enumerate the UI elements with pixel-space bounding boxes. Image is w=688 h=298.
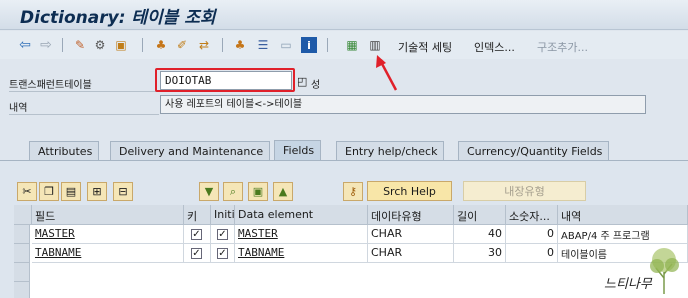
table-content-icon[interactable]: ▥ [367, 37, 383, 53]
forward-arrow-icon[interactable]: ⇨ [38, 37, 54, 53]
row-selector[interactable] [14, 244, 30, 263]
field-name[interactable]: TABNAME [32, 244, 184, 263]
column-header[interactable]: 데이타유형 [368, 205, 454, 225]
length[interactable]: 30 [454, 244, 506, 263]
cut-icon[interactable]: ✂ [17, 182, 37, 201]
delete-row-icon[interactable]: ⊟ [113, 182, 133, 201]
column-header[interactable]: 내역 [558, 205, 688, 225]
window-icon[interactable]: ▭ [278, 37, 294, 53]
paste-icon[interactable]: ▤ [61, 182, 81, 201]
initial-checkbox[interactable]: ✓ [217, 248, 228, 259]
decimals[interactable]: 0 [506, 225, 558, 244]
sort-down-icon[interactable]: ▼ [199, 182, 219, 201]
column-header[interactable]: 필드 [32, 205, 184, 225]
fields-grid: 필드 키 Initi... Data element 데이타유형 길이 소숫자.… [14, 205, 688, 298]
sort-up-icon[interactable]: ▲ [273, 182, 293, 201]
key-checkbox[interactable]: ✓ [191, 229, 202, 240]
tree-icon[interactable]: ▦ [344, 37, 360, 53]
column-header[interactable]: Data element [235, 205, 368, 225]
key-checkbox[interactable]: ✓ [191, 248, 202, 259]
search-icon[interactable]: ⌕ [223, 182, 243, 201]
description-label: 내역 [9, 103, 28, 114]
annotation-arrow-icon [376, 55, 398, 91]
data-type[interactable]: CHAR [368, 244, 454, 263]
description-field[interactable]: 사용 레포트의 테이블<->테이블 [160, 95, 646, 114]
status-icon: ◰ [297, 75, 308, 88]
highlight-box [155, 68, 295, 92]
tab-entry-help[interactable]: Entry help/check [336, 141, 445, 160]
column-header[interactable]: Initi... [211, 205, 235, 225]
watermark-logo: 느티나무 [604, 248, 679, 294]
data-type[interactable]: CHAR [368, 225, 454, 244]
field-description: ABAP/4 주 프로그램 [558, 225, 688, 244]
hierarchy-icon[interactable]: ♣ [232, 37, 248, 53]
append-structure-button[interactable]: 구조추가... [537, 39, 588, 55]
select-icon[interactable]: ▣ [248, 182, 268, 201]
table-status: 성 [311, 80, 321, 91]
length[interactable]: 40 [454, 225, 506, 244]
row-selector[interactable] [14, 282, 30, 298]
display-change-icon[interactable]: ✎ [72, 37, 88, 53]
builtin-type-button[interactable]: 내장유형 [463, 181, 586, 201]
decimals[interactable]: 0 [506, 244, 558, 263]
data-element[interactable]: MASTER [235, 225, 368, 244]
field-name[interactable]: MASTER [32, 225, 184, 244]
tech-settings-button[interactable]: 기술적 세팅 [398, 39, 452, 55]
indexes-button[interactable]: 인덱스... [474, 39, 515, 55]
initial-checkbox[interactable]: ✓ [217, 229, 228, 240]
other-object-icon[interactable]: ⚙ [92, 37, 108, 53]
key-icon[interactable]: ⚷ [343, 182, 363, 201]
tab-fields[interactable]: Fields [274, 140, 322, 161]
title-bar: Dictionary: 테이블 조회 [0, 0, 688, 30]
svg-text:느티나무: 느티나무 [604, 277, 653, 292]
data-element[interactable]: TABNAME [235, 244, 368, 263]
column-header[interactable]: 소숫자... [506, 205, 558, 225]
search-help-button[interactable]: Srch Help [367, 181, 452, 201]
table-label: 트랜스패런트테이블 [9, 80, 92, 91]
grid-corner[interactable] [14, 205, 32, 225]
activate-icon[interactable]: ▣ [113, 37, 129, 53]
application-toolbar: ⇦ ⇨ ✎ ⚙ ▣ ♣ ✐ ⇄ ♣ ☰ ▭ i ▦ ▥ 기술적 세팅 인덱스..… [0, 31, 688, 59]
row-selector[interactable] [14, 263, 30, 282]
window-title: Dictionary: 테이블 조회 [20, 8, 216, 28]
copy-icon[interactable]: ❐ [39, 182, 59, 201]
column-header[interactable]: 길이 [454, 205, 506, 225]
insert-row-icon[interactable]: ⊞ [87, 182, 107, 201]
tab-delivery[interactable]: Delivery and Maintenance [110, 141, 271, 160]
check-icon[interactable]: ✐ [174, 37, 190, 53]
tab-attributes[interactable]: Attributes [29, 141, 100, 160]
info-icon[interactable]: i [301, 37, 317, 53]
tab-currency[interactable]: Currency/Quantity Fields [458, 141, 610, 160]
column-header[interactable]: 키 [184, 205, 211, 225]
list-icon[interactable]: ☰ [255, 37, 271, 53]
back-arrow-icon[interactable]: ⇦ [17, 37, 33, 53]
transport-icon[interactable]: ⇄ [196, 37, 212, 53]
row-selector[interactable] [14, 225, 30, 244]
where-used-icon[interactable]: ♣ [153, 37, 169, 53]
